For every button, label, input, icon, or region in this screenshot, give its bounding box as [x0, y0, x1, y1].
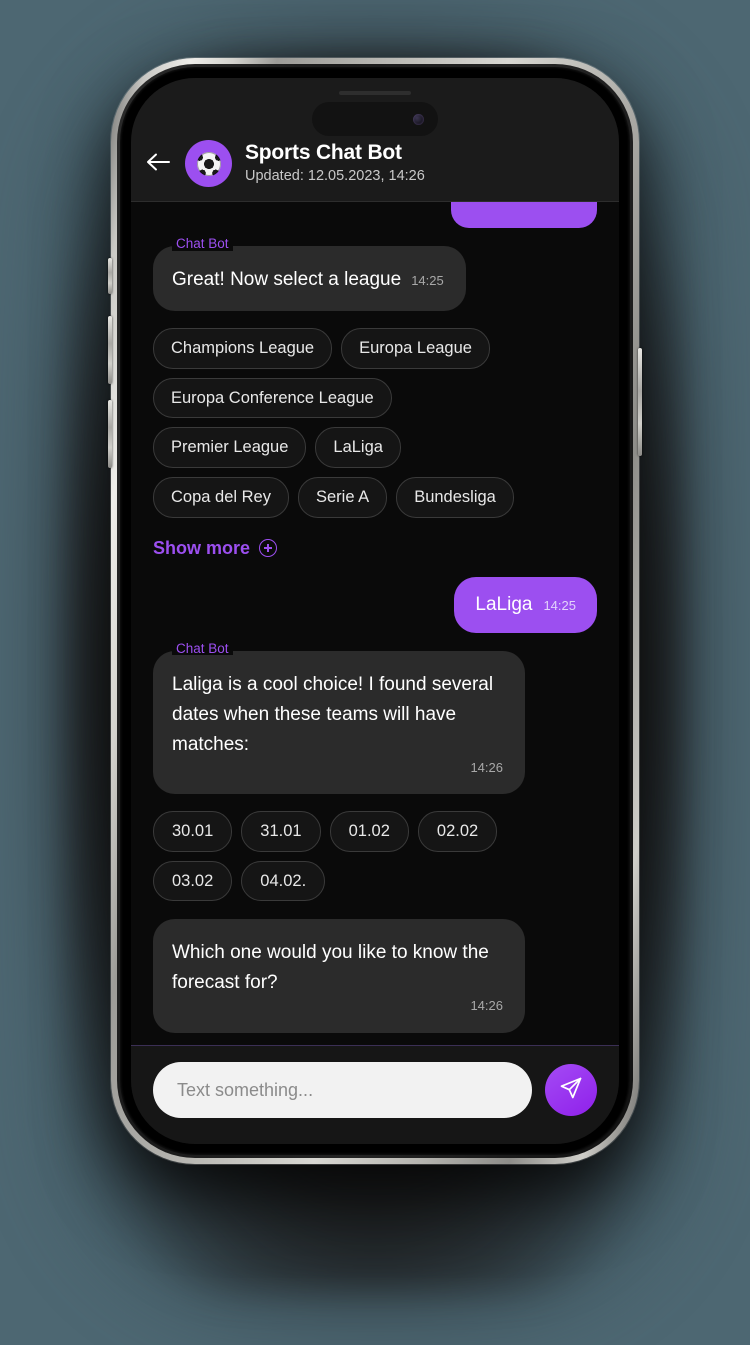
chip-date-01-02[interactable]: 01.02	[329, 811, 409, 852]
avatar[interactable]	[185, 140, 232, 187]
message-text: LaLiga	[475, 593, 533, 615]
message-input-wrapper[interactable]	[153, 1062, 532, 1118]
message-row: Chat Bot Great! Now select a league 14:25	[153, 237, 597, 312]
message-composer	[131, 1045, 619, 1144]
message-bubble: Great! Now select a league 14:25	[153, 246, 466, 312]
message-time: 14:25	[411, 273, 444, 288]
message-input[interactable]	[177, 1079, 508, 1101]
volume-down-button[interactable]	[108, 400, 112, 468]
chip-europa-conference-league[interactable]: Europa Conference League	[153, 377, 392, 419]
bot-message-dates-found: Chat Bot Laliga is a cool choice! I foun…	[153, 642, 525, 795]
arrow-left-icon	[145, 152, 171, 172]
mute-switch[interactable]	[108, 258, 112, 294]
message-row: Chat Bot Laliga is a cool choice! I foun…	[153, 642, 597, 795]
updated-timestamp: Updated: 12.05.2023, 14:26	[245, 168, 425, 185]
message-time: 14:26	[470, 759, 503, 775]
back-button[interactable]	[131, 140, 185, 172]
chip-europa-league[interactable]: Europa League	[341, 328, 490, 369]
message-text: Great! Now select a league	[172, 269, 402, 290]
front-camera-icon	[413, 113, 424, 125]
user-message-laliga: LaLiga 14:25	[454, 576, 597, 633]
chat-header: Sports Chat Bot Updated: 12.05.2023, 14:…	[131, 78, 619, 202]
message-row: LaLiga 14:25	[153, 576, 597, 633]
chip-bundesliga[interactable]: Bundesliga	[396, 476, 514, 518]
chip-date-31-01[interactable]: 31.01	[241, 811, 321, 852]
chip-premier-league[interactable]: Premier League	[153, 427, 307, 468]
league-chip-group: Champions League Europa League Europa Co…	[153, 328, 533, 518]
message-text: Laliga is a cool choice! I found several…	[172, 673, 494, 755]
plus-circle-icon	[259, 539, 278, 558]
show-more-button[interactable]: Show more	[153, 537, 278, 559]
dynamic-island	[312, 102, 438, 136]
chip-copa-del-rey[interactable]: Copa del Rey	[153, 476, 289, 518]
volume-up-button[interactable]	[108, 316, 112, 384]
message-time: 14:25	[543, 597, 576, 613]
earpiece-speaker	[339, 91, 411, 95]
page-title: Sports Chat Bot	[245, 141, 402, 164]
chip-serie-a[interactable]: Serie A	[297, 476, 388, 518]
date-chip-group: 30.01 31.01 01.02 02.02 03.02 04.02.	[153, 811, 533, 902]
chip-date-04-02[interactable]: 04.02.	[241, 860, 326, 902]
header-text-group: Sports Chat Bot Updated: 12.05.2023, 14:…	[245, 140, 425, 186]
send-button[interactable]	[545, 1064, 597, 1116]
message-bubble: Laliga is a cool choice! I found several…	[153, 650, 525, 795]
message-text: Which one would you like to know the for…	[172, 942, 489, 994]
bot-message-select-league: Chat Bot Great! Now select a league 14:25	[153, 237, 466, 312]
phone-screen: Sports Chat Bot Updated: 12.05.2023, 14:…	[131, 78, 619, 1144]
chip-date-03-02[interactable]: 03.02	[153, 860, 233, 902]
soccer-ball-icon	[196, 151, 221, 176]
power-button[interactable]	[638, 348, 642, 456]
bot-sender-label: Chat Bot	[172, 642, 233, 656]
bot-sender-label: Chat Bot	[172, 237, 233, 251]
phone-device: Sports Chat Bot Updated: 12.05.2023, 14:…	[108, 58, 642, 1164]
previous-user-message-peek	[451, 202, 597, 228]
chip-date-30-01[interactable]: 30.01	[153, 811, 233, 852]
chip-date-02-02[interactable]: 02.02	[417, 811, 498, 852]
chat-scroll-area[interactable]: Chat Bot Great! Now select a league 14:25…	[131, 202, 619, 1045]
bot-message-which-forecast: Which one would you like to know the for…	[153, 919, 525, 1033]
show-more-label: Show more	[153, 537, 251, 558]
chip-laliga[interactable]: LaLiga	[315, 427, 401, 468]
send-paper-plane-icon	[559, 1076, 583, 1105]
message-time: 14:26	[470, 998, 503, 1014]
chip-champions-league[interactable]: Champions League	[153, 328, 333, 369]
message-row: Which one would you like to know the for…	[153, 919, 597, 1033]
message-bubble: Which one would you like to know the for…	[153, 919, 525, 1033]
